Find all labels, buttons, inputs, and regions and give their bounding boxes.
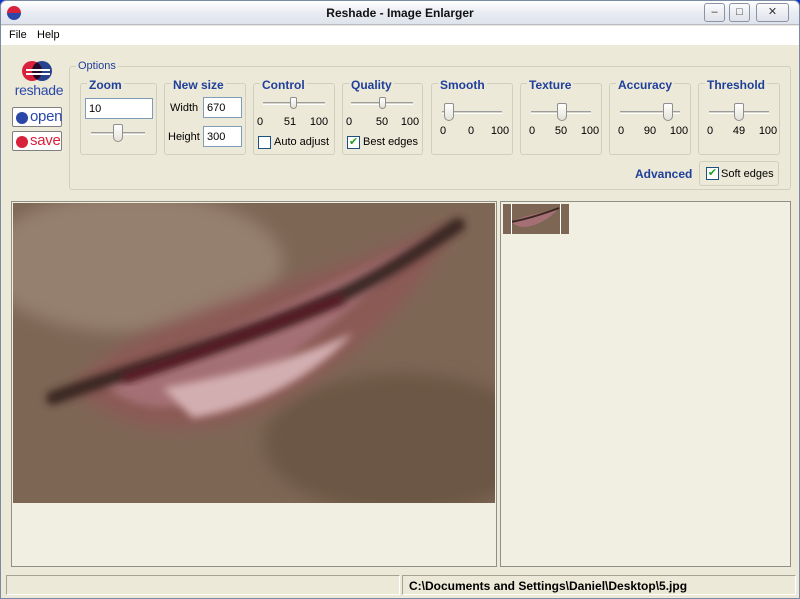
save-icon [16, 136, 28, 148]
threshold-max: 100 [758, 125, 778, 137]
threshold-slider-thumb[interactable] [734, 103, 744, 121]
smooth-group: Smooth 0 0 100 [431, 78, 513, 155]
app-window: Reshade - Image Enlarger – □ ✕ File Help… [0, 0, 800, 599]
status-file-path: C:\Documents and Settings\Daniel\Desktop… [402, 575, 796, 595]
options-legend: Options [76, 60, 118, 72]
soft-edges-group: ✔ Soft edges [699, 161, 779, 186]
texture-group: Texture 0 50 100 [520, 78, 602, 155]
quality-title: Quality [349, 78, 394, 92]
width-label: Width [170, 102, 199, 114]
threshold-title: Threshold [705, 78, 768, 92]
menu-bar: File Help [1, 26, 799, 45]
thumbnail-image[interactable] [503, 204, 569, 234]
height-input[interactable] [203, 126, 242, 147]
texture-title: Texture [527, 78, 574, 92]
new-size-title: New size [171, 78, 226, 92]
quality-min: 0 [345, 116, 353, 128]
title-bar[interactable]: Reshade - Image Enlarger – □ ✕ [1, 1, 799, 25]
accuracy-slider-thumb[interactable] [663, 103, 673, 121]
logo-text: reshade [14, 82, 64, 98]
zoom-title: Zoom [87, 78, 124, 92]
accuracy-max: 100 [669, 125, 689, 137]
zoom-input[interactable] [85, 98, 153, 119]
menu-file[interactable]: File [9, 29, 27, 41]
smooth-value: 0 [467, 125, 475, 137]
accuracy-group: Accuracy 0 90 100 [609, 78, 691, 155]
threshold-value: 49 [732, 125, 746, 137]
texture-value: 50 [554, 125, 568, 137]
save-button[interactable]: save [12, 131, 62, 151]
options-group: Options Zoom New size Width Height Contr… [69, 60, 791, 190]
texture-slider-thumb[interactable] [557, 103, 567, 121]
accuracy-min: 0 [617, 125, 625, 137]
soft-edges-checkbox[interactable]: ✔ [706, 167, 719, 180]
control-value: 51 [283, 116, 297, 128]
status-bar: C:\Documents and Settings\Daniel\Desktop… [4, 574, 797, 596]
texture-max: 100 [580, 125, 600, 137]
zoom-group: Zoom [80, 78, 157, 155]
minimize-button[interactable]: – [704, 3, 725, 22]
open-icon [16, 112, 28, 124]
open-label: open [30, 108, 63, 125]
threshold-min: 0 [706, 125, 714, 137]
control-min: 0 [256, 116, 264, 128]
texture-min: 0 [528, 125, 536, 137]
new-size-group: New size Width Height [164, 78, 246, 155]
open-button[interactable]: open [12, 107, 62, 127]
quality-slider-thumb[interactable] [379, 97, 386, 109]
smooth-max: 100 [490, 125, 510, 137]
smooth-min: 0 [439, 125, 447, 137]
toolbar-area: reshade open save Options Zoom New size … [4, 47, 797, 197]
accuracy-value: 90 [643, 125, 657, 137]
smooth-slider-thumb[interactable] [444, 103, 454, 121]
advanced-link[interactable]: Advanced [635, 167, 692, 181]
quality-max: 100 [400, 116, 420, 128]
height-label: Height [168, 131, 200, 143]
soft-edges-label[interactable]: Soft edges [721, 168, 774, 180]
window-title: Reshade - Image Enlarger [326, 6, 474, 20]
best-edges-checkbox[interactable]: ✔ [347, 136, 360, 149]
status-cell-left [6, 575, 400, 595]
control-group: Control 0 51 100 Auto adjust [253, 78, 335, 155]
reshade-logo: reshade [13, 60, 65, 100]
control-slider-thumb[interactable] [290, 97, 297, 109]
zoom-slider-thumb[interactable] [113, 124, 123, 142]
width-input[interactable] [203, 97, 242, 118]
auto-adjust-label[interactable]: Auto adjust [274, 136, 329, 148]
smooth-title: Smooth [438, 78, 487, 92]
auto-adjust-checkbox[interactable] [258, 136, 271, 149]
threshold-group: Threshold 0 49 100 [698, 78, 780, 155]
thumbnail-pane[interactable] [500, 201, 791, 567]
enlarged-image [13, 203, 495, 503]
accuracy-title: Accuracy [616, 78, 675, 92]
close-button[interactable]: ✕ [756, 3, 789, 22]
save-label: save [30, 132, 61, 149]
control-title: Control [260, 78, 307, 92]
main-image-pane[interactable] [11, 201, 497, 567]
best-edges-label[interactable]: Best edges [363, 136, 418, 148]
quality-value: 50 [375, 116, 389, 128]
menu-help[interactable]: Help [37, 29, 60, 41]
maximize-button[interactable]: □ [729, 3, 750, 22]
control-max: 100 [309, 116, 329, 128]
quality-group: Quality 0 50 100 ✔ Best edges [342, 78, 423, 155]
